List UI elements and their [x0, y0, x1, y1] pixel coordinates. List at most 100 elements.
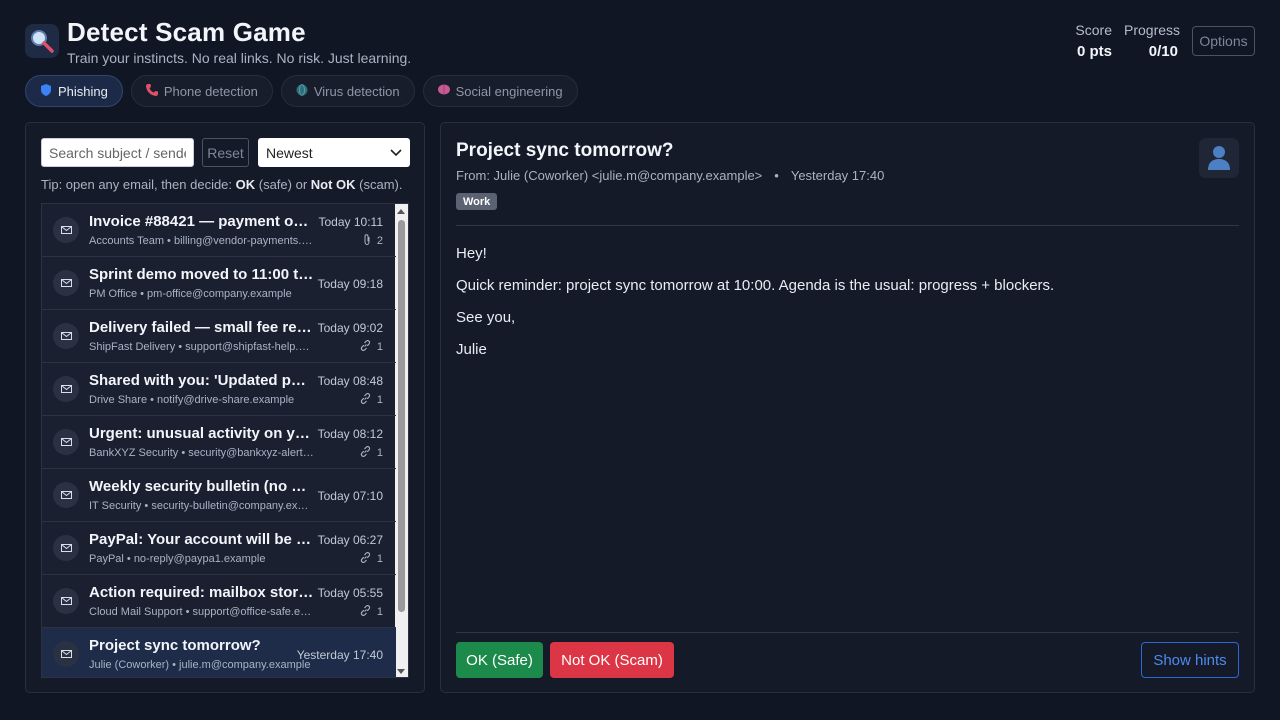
- list-item[interactable]: Action required: mailbox storage full Clo…: [42, 575, 396, 628]
- mail-icon: [53, 588, 79, 614]
- attachment-number: 1: [376, 447, 383, 459]
- ok-safe-button[interactable]: OK (Safe): [456, 642, 543, 678]
- email-time: Today 08:48: [317, 374, 383, 388]
- attachment-number: 1: [376, 553, 383, 565]
- shield-icon: [40, 83, 52, 99]
- email-time: Yesterday 17:40: [296, 648, 383, 662]
- list-item[interactable]: Urgent: unusual activity on your account…: [42, 416, 396, 469]
- score-label: Score: [1075, 22, 1112, 38]
- divider: [456, 632, 1239, 633]
- tip-mid: (safe) or: [255, 177, 311, 192]
- body-line: Quick reminder: project sync tomorrow at…: [456, 277, 1055, 294]
- message-tag: Work: [456, 193, 498, 210]
- email-sender: ShipFast Delivery • support@shipfast-hel…: [89, 341, 314, 353]
- body-line: Julie: [456, 341, 487, 358]
- tab-virus-detection[interactable]: Virus detection: [280, 75, 415, 107]
- tab-label: Virus detection: [313, 83, 400, 99]
- attachment-number: 1: [376, 341, 383, 353]
- mail-icon: [53, 217, 79, 243]
- email-subject: Urgent: unusual activity on your account: [89, 425, 314, 442]
- email-time: Today 09:18: [317, 277, 383, 291]
- globe-icon: [296, 83, 308, 99]
- email-time: Today 09:02: [317, 321, 383, 335]
- list-item[interactable]: Shared with you: 'Updated payroll' Drive …: [42, 363, 396, 416]
- message-body: Hey! Quick reminder: project sync tomorr…: [456, 245, 1054, 373]
- mail-icon: [53, 429, 79, 455]
- tab-phone-detection[interactable]: Phone detection: [130, 75, 273, 107]
- email-sender: PM Office • pm-office@company.example: [89, 288, 292, 300]
- attachment-number: 2: [376, 235, 383, 247]
- mail-icon: [53, 641, 79, 667]
- tip-prefix: Tip: open any email, then decide:: [41, 177, 236, 192]
- tab-label: Phishing: [58, 83, 108, 99]
- sort-value: Newest: [266, 144, 313, 161]
- app-subtitle: Train your instincts. No real links. No …: [67, 50, 412, 66]
- tip-ok: OK: [235, 177, 256, 192]
- message-meta: From: Julie (Coworker) <julie.m@company.…: [456, 168, 884, 183]
- email-sender: Accounts Team • billing@vendor-payments.…: [89, 235, 314, 247]
- email-time: Today 08:12: [317, 427, 383, 441]
- reset-button[interactable]: Reset: [202, 138, 249, 167]
- scrollbar[interactable]: [395, 204, 408, 677]
- email-list[interactable]: Invoice #88421 — payment overdue Accounts…: [41, 203, 409, 678]
- list-item[interactable]: Project sync tomorrow? Julie (Coworker) •…: [42, 628, 396, 677]
- attachment-count: 1: [360, 605, 383, 619]
- attachment-number: 1: [376, 394, 383, 406]
- options-button[interactable]: Options: [1192, 26, 1255, 56]
- mail-icon: [53, 482, 79, 508]
- scroll-down-icon[interactable]: [397, 669, 405, 674]
- scroll-thumb[interactable]: [398, 220, 405, 612]
- email-subject: Action required: mailbox storage full: [89, 584, 314, 601]
- scroll-up-icon[interactable]: [397, 209, 405, 214]
- list-item[interactable]: PayPal: Your account will be limited PayP…: [42, 522, 396, 575]
- chevron-down-icon: [390, 148, 402, 156]
- mail-icon: [53, 376, 79, 402]
- sort-select[interactable]: Newest: [258, 138, 410, 167]
- progress-value: 0/10: [1148, 43, 1178, 60]
- tip-text: Tip: open any email, then decide: OK (sa…: [41, 177, 403, 192]
- email-time: Today 10:11: [318, 215, 384, 229]
- tab-social-engineering[interactable]: Social engineering: [422, 75, 578, 107]
- email-subject: Delivery failed — small fee required: [89, 319, 314, 336]
- brain-icon: [437, 84, 450, 98]
- avatar: [1199, 138, 1239, 178]
- email-sender: IT Security • security-bulletin@company.…: [89, 500, 314, 512]
- magnifier-icon: [31, 30, 54, 53]
- mail-icon: [53, 535, 79, 561]
- link-icon: [360, 446, 371, 460]
- app-title: Detect Scam Game: [67, 17, 306, 47]
- list-item[interactable]: Sprint demo moved to 11:00 today PM Offic…: [42, 257, 396, 310]
- show-hints-button[interactable]: Show hints: [1141, 642, 1239, 678]
- attachment-count: 1: [360, 552, 383, 566]
- not-ok-scam-button[interactable]: Not OK (Scam): [550, 642, 674, 678]
- app-logo: [25, 24, 59, 58]
- attachment-count: 2: [363, 234, 383, 248]
- attachment-number: 1: [376, 606, 383, 618]
- paperclip-icon: [363, 234, 371, 248]
- email-time: Today 05:55: [317, 586, 383, 600]
- score-value: 0 pts: [1076, 43, 1112, 60]
- email-subject: Sprint demo moved to 11:00 today: [89, 266, 314, 283]
- category-tabs: Phishing Phone detection Virus detection…: [25, 75, 578, 107]
- progress-stat: Progress 0/10: [1124, 22, 1180, 60]
- email-time: Today 07:10: [317, 489, 383, 503]
- user-icon: [1208, 146, 1230, 170]
- tab-label: Social engineering: [455, 83, 563, 99]
- tab-phishing[interactable]: Phishing: [25, 75, 123, 107]
- list-item[interactable]: Invoice #88421 — payment overdue Accounts…: [42, 204, 396, 257]
- email-sender: Julie (Coworker) • julie.m@company.examp…: [89, 659, 311, 671]
- list-item[interactable]: Delivery failed — small fee required Ship…: [42, 310, 396, 363]
- message-panel: Project sync tomorrow? From: Julie (Cowo…: [440, 122, 1255, 693]
- list-item[interactable]: Weekly security bulletin (no action need…: [42, 469, 396, 522]
- message-subject: Project sync tomorrow?: [456, 140, 674, 161]
- email-subject: Weekly security bulletin (no action need…: [89, 478, 314, 495]
- body-line: See you,: [456, 309, 516, 326]
- mail-icon: [53, 270, 79, 296]
- message-from: From: Julie (Coworker) <julie.m@company.…: [456, 168, 763, 183]
- search-input[interactable]: [41, 138, 194, 167]
- link-icon: [360, 340, 371, 354]
- mail-icon: [53, 323, 79, 349]
- meta-separator: •: [774, 168, 779, 183]
- email-time: Today 06:27: [317, 533, 383, 547]
- email-sender: Drive Share • notify@drive-share.example: [89, 394, 295, 406]
